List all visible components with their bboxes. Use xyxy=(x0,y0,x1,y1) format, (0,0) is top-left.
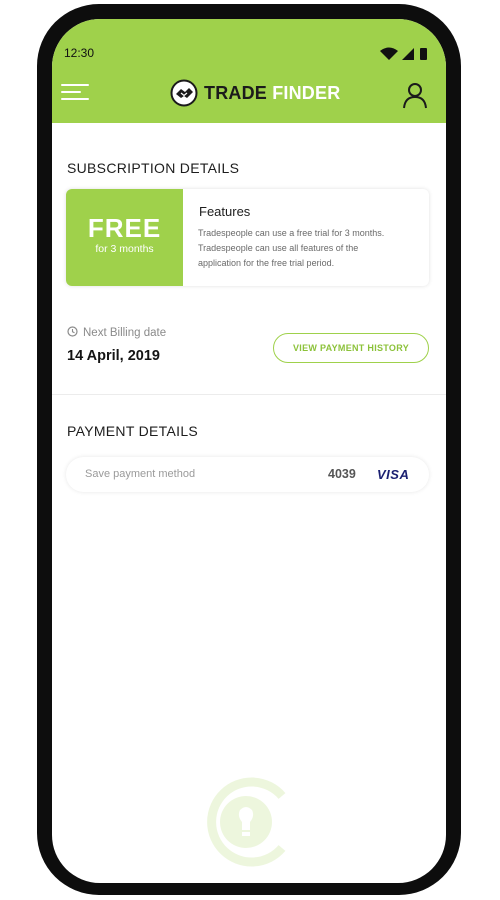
next-billing-label: Next Billing date xyxy=(67,326,166,339)
features-title: Features xyxy=(199,204,251,219)
visa-logo-icon: VISA xyxy=(377,467,410,482)
logo-word-trade: TRADE xyxy=(204,83,267,103)
phone-frame: 12:30 TRADE FINDER SUBSCRIPTION DETAILS … xyxy=(37,4,461,895)
features-line: application for the free trial period. xyxy=(198,258,335,268)
subscription-section-title: SUBSCRIPTION DETAILS xyxy=(67,160,240,176)
clock-icon xyxy=(67,326,78,337)
payment-section-title: PAYMENT DETAILS xyxy=(67,423,199,439)
logo-text: TRADE FINDER xyxy=(204,83,340,104)
handshake-logo-icon xyxy=(170,79,198,107)
payment-method-card[interactable]: Save payment method 4039 VISA xyxy=(66,457,429,492)
section-divider xyxy=(52,394,446,395)
next-billing-date: 14 April, 2019 xyxy=(67,348,160,364)
lightbulb-watermark-icon xyxy=(207,777,286,867)
plan-badge: FREE for 3 months xyxy=(66,189,183,286)
user-profile-icon[interactable] xyxy=(401,81,429,109)
subscription-card: FREE for 3 months Features Tradespeople … xyxy=(66,189,429,286)
app-logo: TRADE FINDER xyxy=(168,77,340,111)
status-icons xyxy=(380,47,427,60)
status-time: 12:30 xyxy=(64,46,95,60)
plan-duration: for 3 months xyxy=(95,243,154,255)
features-line: Tradespeople can use a free trial for 3 … xyxy=(198,228,385,238)
card-last-four: 4039 xyxy=(328,467,356,481)
app-screen: 12:30 TRADE FINDER SUBSCRIPTION DETAILS … xyxy=(52,19,446,883)
save-payment-method-label: Save payment method xyxy=(85,468,196,480)
signal-icon xyxy=(402,48,414,60)
plan-name: FREE xyxy=(87,213,162,243)
features-line: Tradespeople can use all features of the xyxy=(198,243,359,253)
app-header: 12:30 TRADE FINDER xyxy=(52,19,446,123)
view-payment-history-button[interactable]: VIEW PAYMENT HISTORY xyxy=(273,333,429,363)
wifi-icon xyxy=(380,47,398,60)
battery-icon xyxy=(420,48,427,60)
hamburger-menu-icon[interactable] xyxy=(61,79,91,105)
next-billing-text: Next Billing date xyxy=(83,327,167,339)
logo-word-finder: FINDER xyxy=(272,83,341,103)
